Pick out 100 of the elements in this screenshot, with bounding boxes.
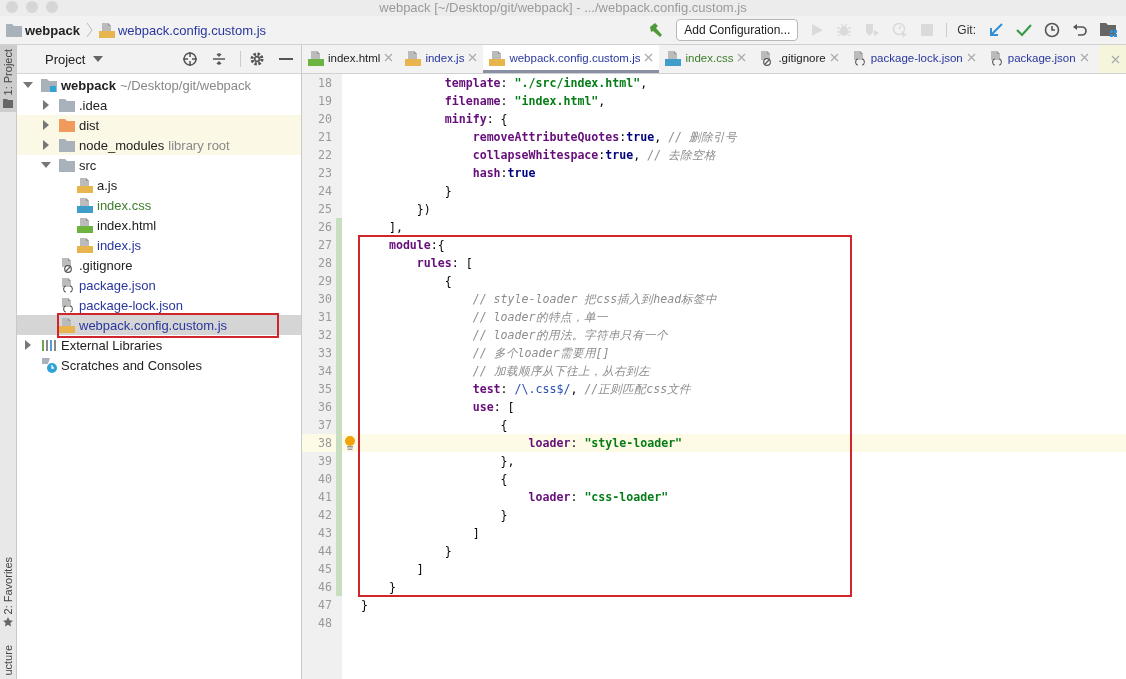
json-file-icon (59, 297, 75, 313)
crosshair-icon[interactable] (182, 51, 198, 67)
tree-item[interactable]: index.html (17, 215, 301, 235)
clock-icon[interactable] (1044, 22, 1060, 38)
window-title: webpack [~/Desktop/git/webpack] - .../webpack.config.custom.js (379, 1, 747, 15)
code-line: }, (499, 454, 515, 468)
close-icon[interactable] (644, 53, 654, 62)
close-icon[interactable] (468, 53, 478, 62)
line-number: 30 (317, 291, 333, 308)
collapse-all-icon[interactable] (212, 52, 226, 66)
code-line: loader: "style-loader" (527, 436, 683, 450)
collapsed-arrow-icon[interactable] (41, 100, 51, 110)
line-number: 46 (317, 579, 333, 596)
close-icon[interactable] (966, 53, 976, 62)
editor-tab[interactable]: package-lock.json (844, 45, 982, 73)
folder-icon (59, 138, 75, 152)
tree-item[interactable]: webpack.config.custom.js (17, 315, 301, 335)
code-line: { (499, 418, 508, 432)
close-icon[interactable] (829, 53, 839, 62)
folder-icon (6, 23, 22, 37)
line-number: 33 (317, 345, 333, 362)
line-number: 28 (317, 255, 333, 272)
tree-item[interactable]: package.json (17, 275, 301, 295)
tree-item[interactable]: .idea (17, 95, 301, 115)
tree-item[interactable]: Scratches and Consoles (17, 355, 301, 375)
line-number: 20 (317, 111, 333, 128)
folder-grid-icon[interactable] (1100, 22, 1118, 38)
settings-icon[interactable] (240, 51, 265, 67)
code-line: { (443, 274, 452, 288)
editor-tab[interactable]: index.js (399, 45, 484, 73)
line-number: 21 (317, 129, 333, 146)
js-file-icon (98, 22, 115, 38)
line-number: 39 (317, 453, 333, 470)
collapsed-arrow-icon[interactable] (23, 340, 33, 350)
tree-item[interactable]: a.js (17, 175, 301, 195)
line-number: 19 (317, 93, 333, 110)
code-line: }) (415, 202, 431, 216)
code-line: { (499, 472, 508, 486)
code-line: // style-loader 把css插入到head标签中 (471, 291, 718, 306)
line-number: 26 (317, 219, 333, 236)
tree-item[interactable]: src (17, 155, 301, 175)
expanded-arrow-icon[interactable] (41, 160, 51, 170)
tree-item[interactable]: index.css (17, 195, 301, 215)
tree-item[interactable]: webpack ~/Desktop/git/webpack (17, 75, 301, 95)
code-line: } (361, 598, 368, 612)
tree-item[interactable]: dist (17, 115, 301, 135)
star-icon (3, 617, 13, 628)
tool-window-button[interactable]: 2: Favorites (0, 552, 16, 632)
code-editor[interactable] (302, 74, 1126, 679)
tree-item[interactable]: node_modules library root (17, 135, 301, 155)
close-icon[interactable] (384, 53, 394, 62)
hammer-icon[interactable] (648, 22, 665, 38)
editor-tab[interactable]: index.css (659, 45, 753, 73)
checkmark-icon[interactable] (1016, 22, 1032, 38)
editor-tab[interactable]: .gitignore (752, 45, 845, 73)
breadcrumb[interactable]: webpack.config.custom.js (98, 22, 267, 38)
code-line: use: [ (471, 400, 515, 414)
css-file-icon (77, 197, 93, 213)
js-file-icon (77, 237, 93, 253)
code-line: // loader的用法。字符串只有一个 (471, 327, 668, 342)
code-line: } (443, 544, 452, 558)
editor-tab[interactable]: package.json (981, 45, 1095, 73)
scratches-icon (41, 357, 57, 373)
code-line: test: /\.css$/, //正则匹配css文件 (471, 381, 692, 396)
line-number: 29 (317, 273, 333, 290)
tree-item[interactable]: index.js (17, 235, 301, 255)
collapsed-arrow-icon[interactable] (41, 120, 51, 130)
editor-tab[interactable]: index.html (302, 45, 400, 73)
line-number: 40 (317, 471, 333, 488)
breadcrumb[interactable]: webpack (6, 22, 80, 38)
editor-tab[interactable]: webpack.config.custom.js (483, 45, 660, 73)
code-line: module:{ (387, 238, 445, 252)
add-configuration-button[interactable]: Add Configuration... (676, 19, 799, 41)
tool-window-button[interactable]: 1: Project (0, 45, 16, 113)
undo-icon[interactable] (1072, 22, 1088, 38)
project-view-dropdown[interactable]: Project (27, 51, 104, 67)
close-icon[interactable] (737, 53, 747, 62)
close-icon[interactable] (1079, 53, 1089, 62)
tool-window-button[interactable]: ucture (0, 641, 16, 679)
tree-item[interactable]: External Libraries (17, 335, 301, 355)
libraries-icon (41, 338, 57, 352)
code-line: // loader的特点，单一 (471, 309, 608, 324)
code-line: removeAttributeQuotes:true, // 删除引号 (471, 129, 738, 144)
tree-item[interactable]: .gitignore (17, 255, 301, 275)
line-number: 32 (317, 327, 333, 344)
arrow-down-left-icon[interactable] (988, 22, 1004, 38)
expanded-arrow-icon[interactable] (23, 80, 33, 90)
line-number: 42 (317, 507, 333, 524)
code-line: } (387, 580, 396, 594)
tree-item[interactable]: package-lock.json (17, 295, 301, 315)
code-line: hash:true (471, 166, 536, 180)
chevron-icon (85, 22, 93, 38)
line-number: 18 (317, 75, 333, 92)
code-line: rules: [ (415, 256, 473, 270)
close-icon[interactable] (1111, 54, 1120, 64)
hide-icon[interactable] (279, 57, 293, 61)
css-file-icon (665, 49, 682, 66)
code-line: ] (415, 562, 424, 576)
collapsed-arrow-icon[interactable] (41, 140, 51, 150)
lightbulb-icon[interactable] (344, 435, 356, 451)
